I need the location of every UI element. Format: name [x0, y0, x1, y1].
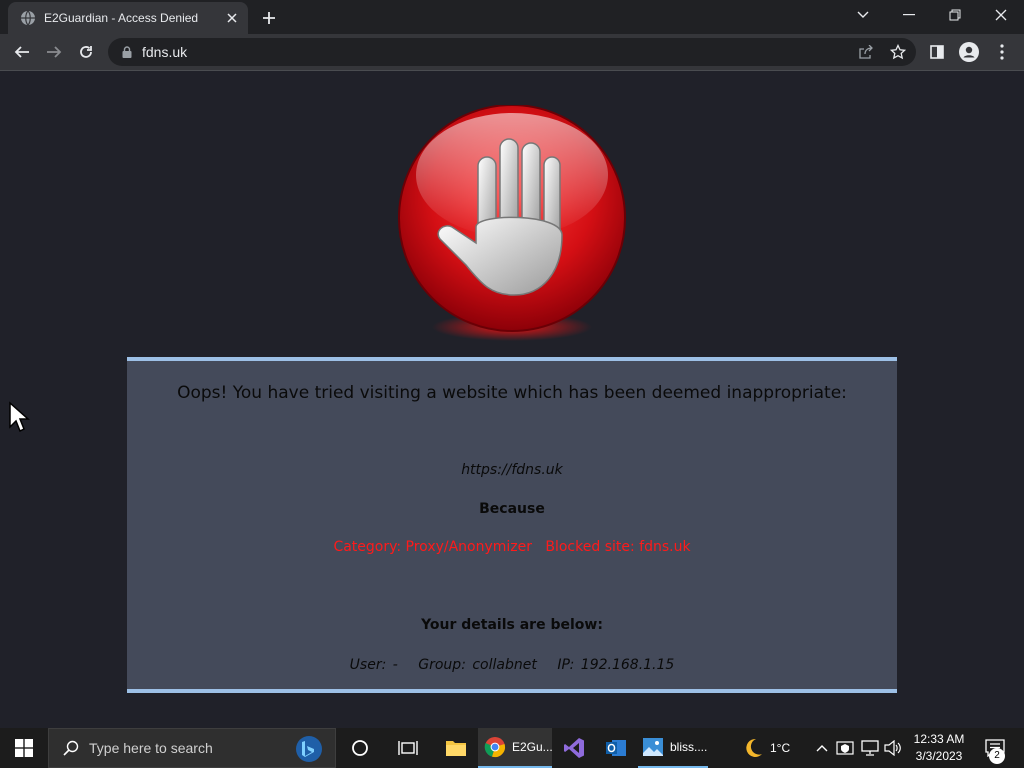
taskbar-app-label: E2Gu... — [512, 740, 553, 754]
weather-temperature: 1°C — [770, 741, 791, 755]
security-icon[interactable] — [834, 728, 856, 768]
new-tab-button[interactable] — [258, 7, 280, 29]
globe-icon — [20, 10, 36, 26]
start-button[interactable] — [0, 728, 48, 768]
volume-icon[interactable] — [882, 728, 904, 768]
user-field: User: - — [349, 657, 398, 673]
share-icon[interactable] — [854, 42, 878, 62]
close-window-button[interactable] — [978, 0, 1024, 30]
bing-icon[interactable] — [295, 735, 323, 763]
file-explorer-icon[interactable] — [436, 728, 476, 768]
because-label: Because — [479, 501, 545, 517]
chrome-icon — [484, 736, 506, 758]
blocked-url: https://fdns.uk — [461, 462, 563, 478]
photos-icon — [642, 737, 664, 757]
windows-taskbar: Type here to search E2Gu... bliss.... 1°… — [0, 728, 1024, 768]
stop-hand-icon — [396, 104, 628, 341]
bookmark-star-icon[interactable] — [886, 42, 910, 62]
clock-time: 12:33 AM — [913, 732, 965, 746]
browser-tab[interactable]: E2Guardian - Access Denied — [8, 2, 248, 34]
task-view-icon[interactable] — [388, 728, 428, 768]
outlook-icon[interactable] — [596, 728, 636, 768]
notification-count-badge: 2 — [989, 748, 1005, 764]
user-details: User: - Group: collabnet IP: 192.168.1.1… — [127, 657, 897, 673]
reload-button[interactable] — [72, 38, 100, 66]
address-bar[interactable]: fdns.uk — [108, 38, 916, 66]
group-field: Group: collabnet — [418, 657, 537, 673]
browser-titlebar: E2Guardian - Access Denied — [0, 0, 1024, 34]
browser-toolbar: fdns.uk — [0, 34, 1024, 71]
block-message-panel: Oops! You have tried visiting a website … — [127, 357, 897, 693]
show-hidden-icons-icon[interactable] — [812, 728, 832, 768]
forward-button[interactable] — [40, 38, 68, 66]
ip-field: IP: 192.168.1.15 — [557, 657, 675, 673]
taskbar-search-box[interactable]: Type here to search — [48, 728, 336, 768]
minimize-button[interactable] — [886, 0, 932, 30]
block-reason: Category: Proxy/Anonymizer Blocked site:… — [333, 539, 691, 555]
block-headline: Oops! You have tried visiting a website … — [177, 383, 847, 403]
restore-button[interactable] — [932, 0, 978, 30]
taskbar-app-chrome[interactable]: E2Gu... — [478, 728, 553, 768]
profile-avatar-icon[interactable] — [956, 39, 982, 65]
taskbar-clock[interactable]: 12:33 AM 3/3/2023 — [906, 731, 972, 765]
taskbar-app-label: bliss.... — [670, 740, 708, 754]
network-icon[interactable] — [858, 728, 882, 768]
back-button[interactable] — [8, 38, 36, 66]
address-url: fdns.uk — [142, 44, 188, 60]
weather-widget[interactable]: 1°C — [742, 728, 806, 768]
search-icon — [63, 740, 79, 756]
more-menu-icon[interactable] — [989, 39, 1015, 65]
search-placeholder: Type here to search — [89, 740, 213, 756]
tab-search-icon[interactable] — [840, 0, 886, 30]
clock-date: 3/3/2023 — [915, 749, 963, 763]
taskbar-app-photos[interactable]: bliss.... — [638, 728, 708, 768]
tab-title: E2Guardian - Access Denied — [44, 11, 199, 25]
moon-icon — [742, 737, 764, 759]
mouse-pointer-icon — [8, 401, 30, 433]
tab-close-icon[interactable] — [224, 10, 240, 26]
lock-icon[interactable] — [120, 45, 134, 59]
block-page: Oops! You have tried visiting a website … — [0, 71, 1024, 728]
cortana-icon[interactable] — [340, 728, 380, 768]
details-heading: Your details are below: — [421, 617, 603, 633]
side-panel-icon[interactable] — [924, 39, 950, 65]
visual-studio-icon[interactable] — [554, 728, 594, 768]
